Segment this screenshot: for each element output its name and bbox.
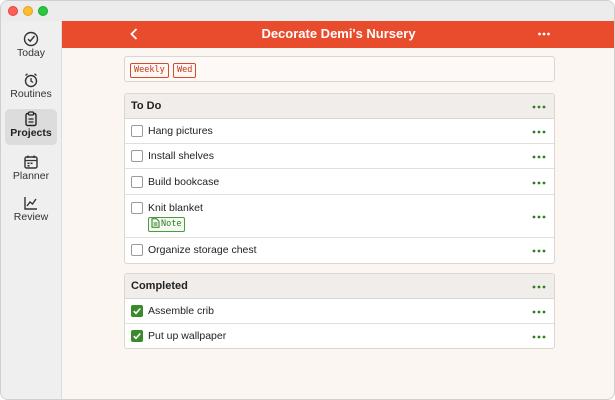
task-row[interactable]: Install shelves	[125, 144, 554, 169]
task-row[interactable]: Put up wallpaper	[125, 324, 554, 349]
task-row[interactable]: Organize storage chest	[125, 238, 554, 263]
document-icon	[151, 218, 160, 228]
ellipsis-icon[interactable]	[532, 335, 546, 339]
sidebar-item-label: Planner	[12, 170, 50, 182]
ellipsis-icon[interactable]	[532, 215, 546, 219]
ellipsis-icon[interactable]	[532, 285, 546, 289]
title-bar	[1, 1, 614, 21]
task-checkbox[interactable]	[131, 125, 143, 137]
sidebar-item-label: Review	[13, 211, 49, 223]
minimize-window-button[interactable]	[23, 6, 33, 16]
task-checkbox[interactable]	[131, 150, 143, 162]
task-label: Organize storage chest	[148, 244, 257, 256]
task-label: Put up wallpaper	[148, 330, 227, 342]
page-title: Decorate Demi's Nursery	[261, 26, 416, 41]
sidebar-item-label: Today	[16, 47, 46, 59]
close-window-button[interactable]	[8, 6, 18, 16]
task-label: Assemble crib	[148, 305, 214, 317]
task-row[interactable]: Hang pictures	[125, 119, 554, 144]
task-label: Build bookcase	[148, 176, 220, 188]
ellipsis-icon[interactable]	[532, 181, 546, 185]
note-label: Note	[161, 219, 182, 229]
task-label: Knit blanket	[148, 202, 203, 214]
clipboard-icon	[25, 111, 37, 127]
task-label: Install shelves	[148, 150, 214, 162]
section-title: To Do	[131, 100, 162, 112]
task-checkbox-checked[interactable]	[131, 330, 143, 342]
task-label: Hang pictures	[148, 125, 213, 137]
section-header: Completed	[125, 274, 554, 299]
check-circle-icon	[23, 31, 39, 47]
task-row[interactable]: Assemble crib	[125, 299, 554, 324]
project-header: Decorate Demi's Nursery	[62, 21, 614, 48]
zoom-window-button[interactable]	[38, 6, 48, 16]
todo-section: To Do Hang pictures Install shelves Buil…	[124, 93, 555, 264]
tag-chip[interactable]: Wed	[173, 63, 197, 78]
ellipsis-icon[interactable]	[532, 130, 546, 134]
alarm-clock-icon	[24, 73, 38, 88]
checkmark-icon	[133, 332, 141, 340]
ellipsis-icon[interactable]	[532, 249, 546, 253]
sidebar-item-label: Routines	[10, 88, 52, 100]
sidebar-item-projects[interactable]: Projects	[5, 109, 57, 145]
ellipsis-icon[interactable]	[532, 105, 546, 109]
task-checkbox-checked[interactable]	[131, 305, 143, 317]
section-title: Completed	[131, 280, 188, 292]
task-row[interactable]: Knit blanket Note	[125, 195, 554, 238]
sidebar-item-label: Projects	[10, 127, 52, 139]
ellipsis-icon[interactable]	[532, 310, 546, 314]
sidebar: Today Routines Projects Planner Review	[1, 21, 62, 399]
sidebar-item-routines[interactable]: Routines	[5, 70, 57, 106]
sidebar-item-planner[interactable]: Planner	[5, 152, 57, 188]
ellipsis-icon[interactable]	[532, 155, 546, 159]
completed-section: Completed Assemble crib Put up wallpaper	[124, 273, 555, 349]
tags-panel: Weekly Wed	[124, 56, 555, 82]
note-chip[interactable]: Note	[148, 217, 186, 232]
ellipsis-icon[interactable]	[537, 29, 551, 39]
sidebar-item-review[interactable]: Review	[5, 193, 57, 229]
task-checkbox[interactable]	[131, 244, 143, 256]
calendar-icon	[24, 155, 38, 169]
checkmark-icon	[133, 307, 141, 315]
task-row[interactable]: Build bookcase	[125, 169, 554, 195]
line-chart-icon	[24, 197, 37, 210]
task-checkbox[interactable]	[131, 202, 143, 214]
tag-chip[interactable]: Weekly	[130, 63, 169, 78]
sidebar-item-today[interactable]: Today	[5, 29, 57, 65]
app-window: Today Routines Projects Planner Review D…	[0, 0, 615, 400]
task-checkbox[interactable]	[131, 176, 143, 188]
section-header: To Do	[125, 94, 554, 119]
